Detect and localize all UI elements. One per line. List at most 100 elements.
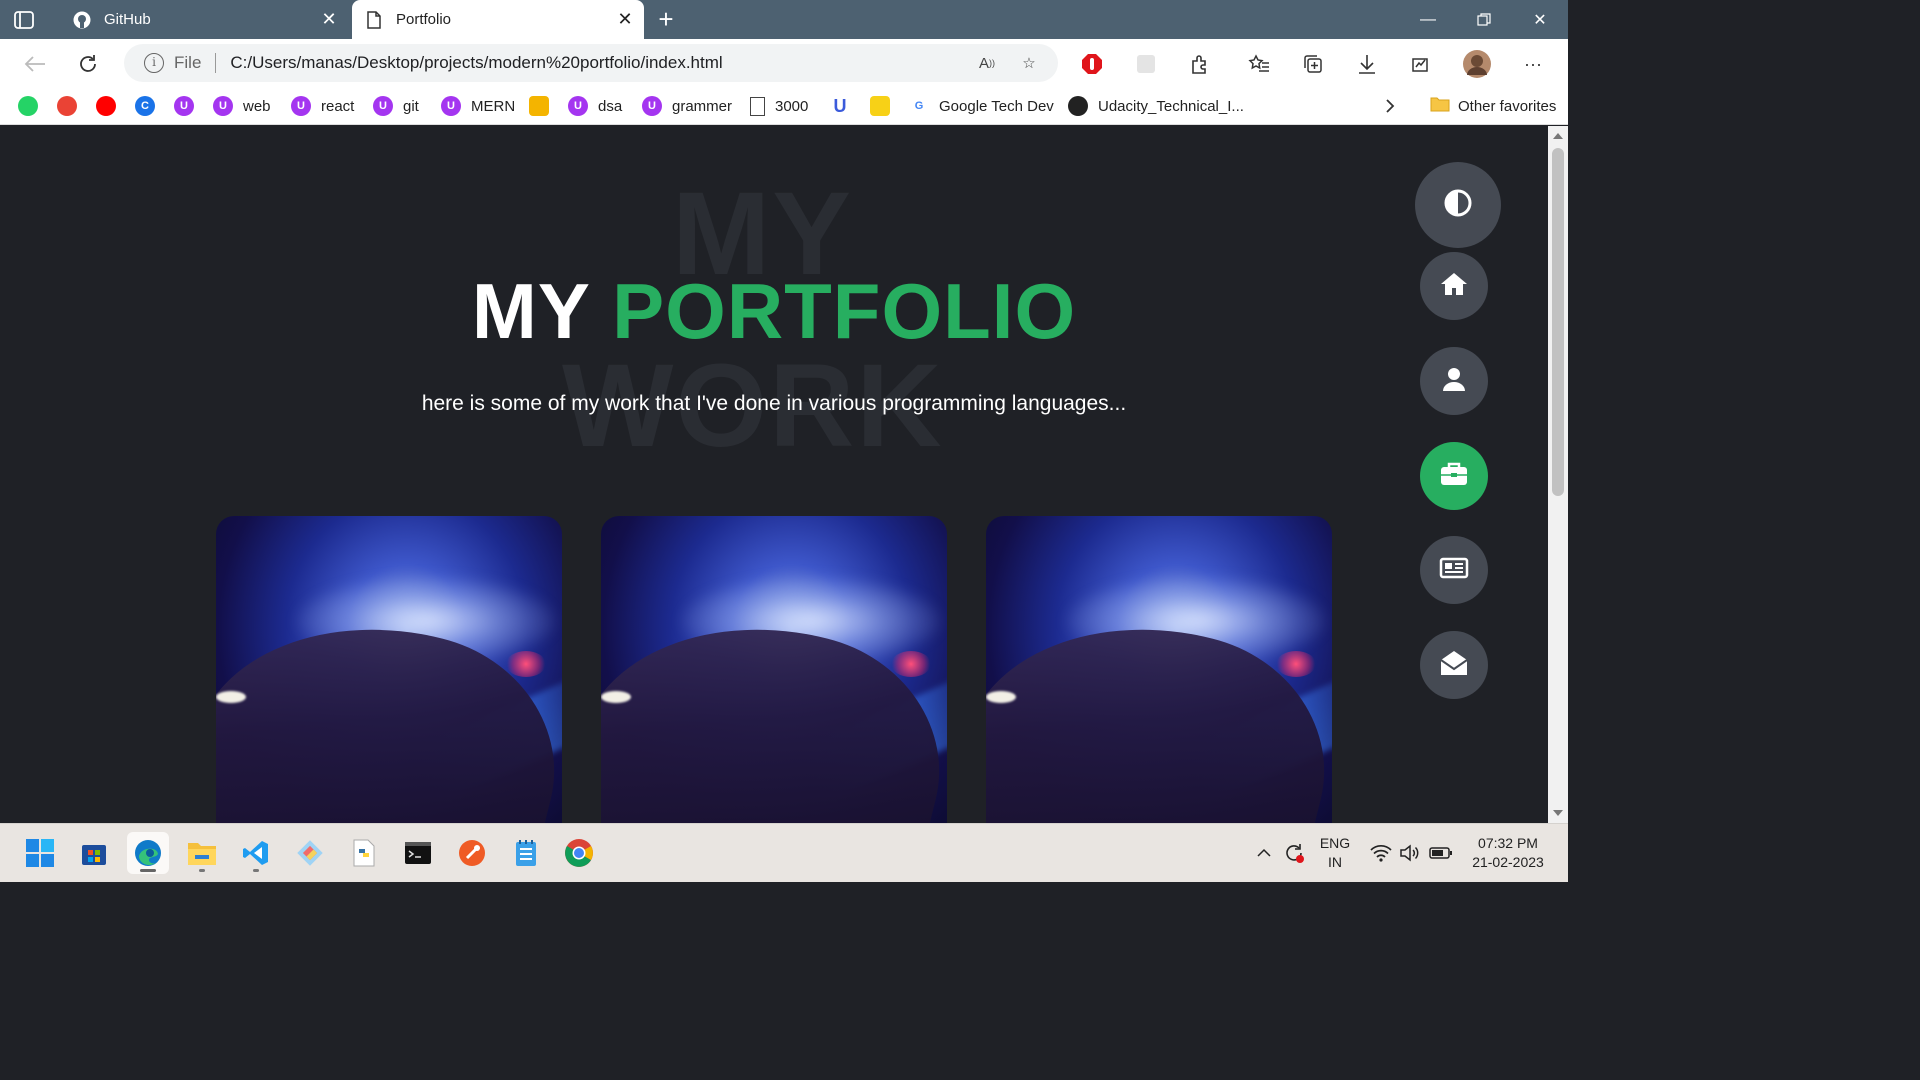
show-hidden-icons-chevron-icon[interactable] bbox=[1252, 832, 1276, 874]
terminal-icon[interactable] bbox=[397, 832, 439, 874]
clock[interactable]: 07:32 PM 21-02-2023 bbox=[1458, 834, 1558, 872]
c-icon: C bbox=[135, 96, 155, 116]
favorite-item[interactable] bbox=[529, 93, 549, 119]
portfolio-card[interactable] bbox=[986, 516, 1332, 823]
new-tab-button[interactable]: + bbox=[652, 6, 680, 34]
postman-icon[interactable] bbox=[451, 832, 493, 874]
git-icon[interactable] bbox=[289, 832, 331, 874]
favorite-label: MERN bbox=[471, 97, 516, 115]
tab-strip: GitHub ✕ Portfolio ✕ + — ✕ bbox=[0, 0, 1568, 39]
favorite-item[interactable]: U MERN bbox=[441, 93, 515, 119]
tab-github[interactable]: GitHub ✕ bbox=[60, 0, 348, 39]
favorite-item[interactable]: C bbox=[135, 93, 155, 119]
nav-contact-button[interactable] bbox=[1420, 631, 1488, 699]
nav-about-button[interactable] bbox=[1420, 347, 1488, 415]
performance-icon[interactable] bbox=[1405, 49, 1435, 79]
github-icon bbox=[1068, 96, 1088, 116]
nav-blog-button[interactable] bbox=[1420, 536, 1488, 604]
folder-icon bbox=[1430, 96, 1450, 116]
theme-toggle-button[interactable] bbox=[1415, 162, 1501, 248]
portfolio-card[interactable] bbox=[601, 516, 947, 823]
running-indicator bbox=[253, 869, 259, 872]
profile-avatar[interactable] bbox=[1462, 49, 1492, 79]
minimize-button[interactable]: — bbox=[1400, 0, 1456, 39]
battery-icon[interactable] bbox=[1427, 832, 1455, 874]
close-icon[interactable]: ✕ bbox=[318, 9, 340, 31]
running-indicator bbox=[199, 869, 205, 872]
udemy-icon: U bbox=[568, 96, 588, 116]
url-text[interactable]: C:/Users/manas/Desktop/projects/modern%2… bbox=[230, 53, 974, 73]
user-icon bbox=[1443, 367, 1465, 396]
language-indicator[interactable]: ENG IN bbox=[1310, 834, 1360, 872]
edge-icon[interactable] bbox=[127, 832, 169, 874]
flipkart-icon bbox=[870, 96, 890, 116]
theme-toggle-icon bbox=[1444, 189, 1472, 222]
briefcase-icon bbox=[1440, 462, 1468, 491]
favorite-item[interactable] bbox=[18, 93, 38, 119]
close-icon[interactable]: ✕ bbox=[614, 9, 636, 31]
downloads-icon[interactable] bbox=[1352, 49, 1382, 79]
add-favorite-icon[interactable]: ☆ bbox=[1016, 50, 1042, 76]
volume-icon[interactable] bbox=[1397, 832, 1423, 874]
scroll-up-arrow-icon[interactable] bbox=[1553, 133, 1563, 139]
chrome-icon[interactable] bbox=[558, 832, 600, 874]
gmail-icon bbox=[57, 96, 77, 116]
favorite-item[interactable]: U bbox=[830, 93, 850, 119]
tab-portfolio[interactable]: Portfolio ✕ bbox=[352, 0, 644, 39]
favorite-item[interactable]: 3000 bbox=[750, 93, 808, 119]
favorite-item[interactable]: Udsa bbox=[568, 93, 622, 119]
active-indicator bbox=[140, 869, 156, 872]
portfolio-card[interactable] bbox=[216, 516, 562, 823]
udemy-icon: U bbox=[291, 96, 311, 116]
windows-start-icon[interactable] bbox=[19, 832, 61, 874]
favorite-item[interactable]: Ugrammer bbox=[642, 93, 732, 119]
info-icon[interactable]: i bbox=[144, 53, 164, 73]
favorite-label: grammer bbox=[672, 97, 733, 115]
favorite-item[interactable] bbox=[57, 93, 77, 119]
whatsapp-icon bbox=[18, 96, 38, 116]
wifi-icon[interactable] bbox=[1368, 832, 1394, 874]
favorite-label: 3000 bbox=[775, 97, 809, 115]
clock-date: 21-02-2023 bbox=[1472, 854, 1544, 870]
favorites-bar: Other favorites C U Uweb Ureact Ugit U MERN Uds… bbox=[0, 87, 1568, 125]
title-part: MY bbox=[471, 267, 590, 355]
language-code: ENG bbox=[1319, 835, 1351, 851]
scroll-down-arrow-icon[interactable] bbox=[1553, 810, 1563, 816]
favorite-item[interactable]: Udacity_Technical_I... bbox=[1068, 93, 1244, 119]
favorite-item[interactable] bbox=[870, 93, 890, 119]
file-explorer-icon[interactable] bbox=[181, 832, 223, 874]
other-favorites[interactable]: Other favorites bbox=[1430, 93, 1556, 119]
favorite-item[interactable]: Ugit bbox=[373, 93, 419, 119]
microsoft-store-icon[interactable] bbox=[73, 832, 115, 874]
collections-icon[interactable] bbox=[1298, 49, 1328, 79]
sync-status-icon[interactable] bbox=[1280, 832, 1308, 874]
favorite-item[interactable]: G Google Tech Dev bbox=[909, 93, 1054, 119]
clock-time: 07:32 PM bbox=[1478, 835, 1538, 851]
read-aloud-icon[interactable]: A)) bbox=[974, 50, 1000, 76]
nav-portfolio-button[interactable] bbox=[1420, 442, 1488, 510]
adblock-extension-icon[interactable] bbox=[1077, 49, 1107, 79]
settings-more-icon[interactable]: ··· bbox=[1518, 49, 1548, 79]
favorite-item[interactable]: Ureact bbox=[291, 93, 354, 119]
favorites-overflow-chevron-icon[interactable] bbox=[1384, 93, 1396, 119]
nav-home-button[interactable] bbox=[1420, 252, 1488, 320]
address-toolbar: i File C:/Users/manas/Desktop/projects/m… bbox=[0, 39, 1568, 87]
favorite-item[interactable] bbox=[96, 93, 116, 119]
address-bar[interactable]: i File C:/Users/manas/Desktop/projects/m… bbox=[124, 44, 1058, 82]
scroll-thumb[interactable] bbox=[1552, 148, 1564, 496]
vscode-icon[interactable] bbox=[235, 832, 277, 874]
favorites-icon[interactable] bbox=[1244, 49, 1274, 79]
page-scrollbar[interactable] bbox=[1548, 126, 1568, 823]
favorite-item[interactable]: U bbox=[174, 93, 194, 119]
youtube-icon bbox=[96, 96, 116, 116]
notepad-icon[interactable] bbox=[505, 832, 547, 874]
refresh-button[interactable] bbox=[73, 49, 103, 79]
restore-button[interactable] bbox=[1456, 0, 1512, 39]
extension-icon[interactable] bbox=[1131, 49, 1161, 79]
python-icon[interactable] bbox=[343, 832, 385, 874]
back-button[interactable] bbox=[20, 49, 50, 79]
tab-actions-icon[interactable] bbox=[12, 8, 36, 32]
close-window-button[interactable]: ✕ bbox=[1512, 0, 1568, 39]
favorite-item[interactable]: Uweb bbox=[213, 93, 271, 119]
extensions-icon[interactable] bbox=[1185, 49, 1215, 79]
